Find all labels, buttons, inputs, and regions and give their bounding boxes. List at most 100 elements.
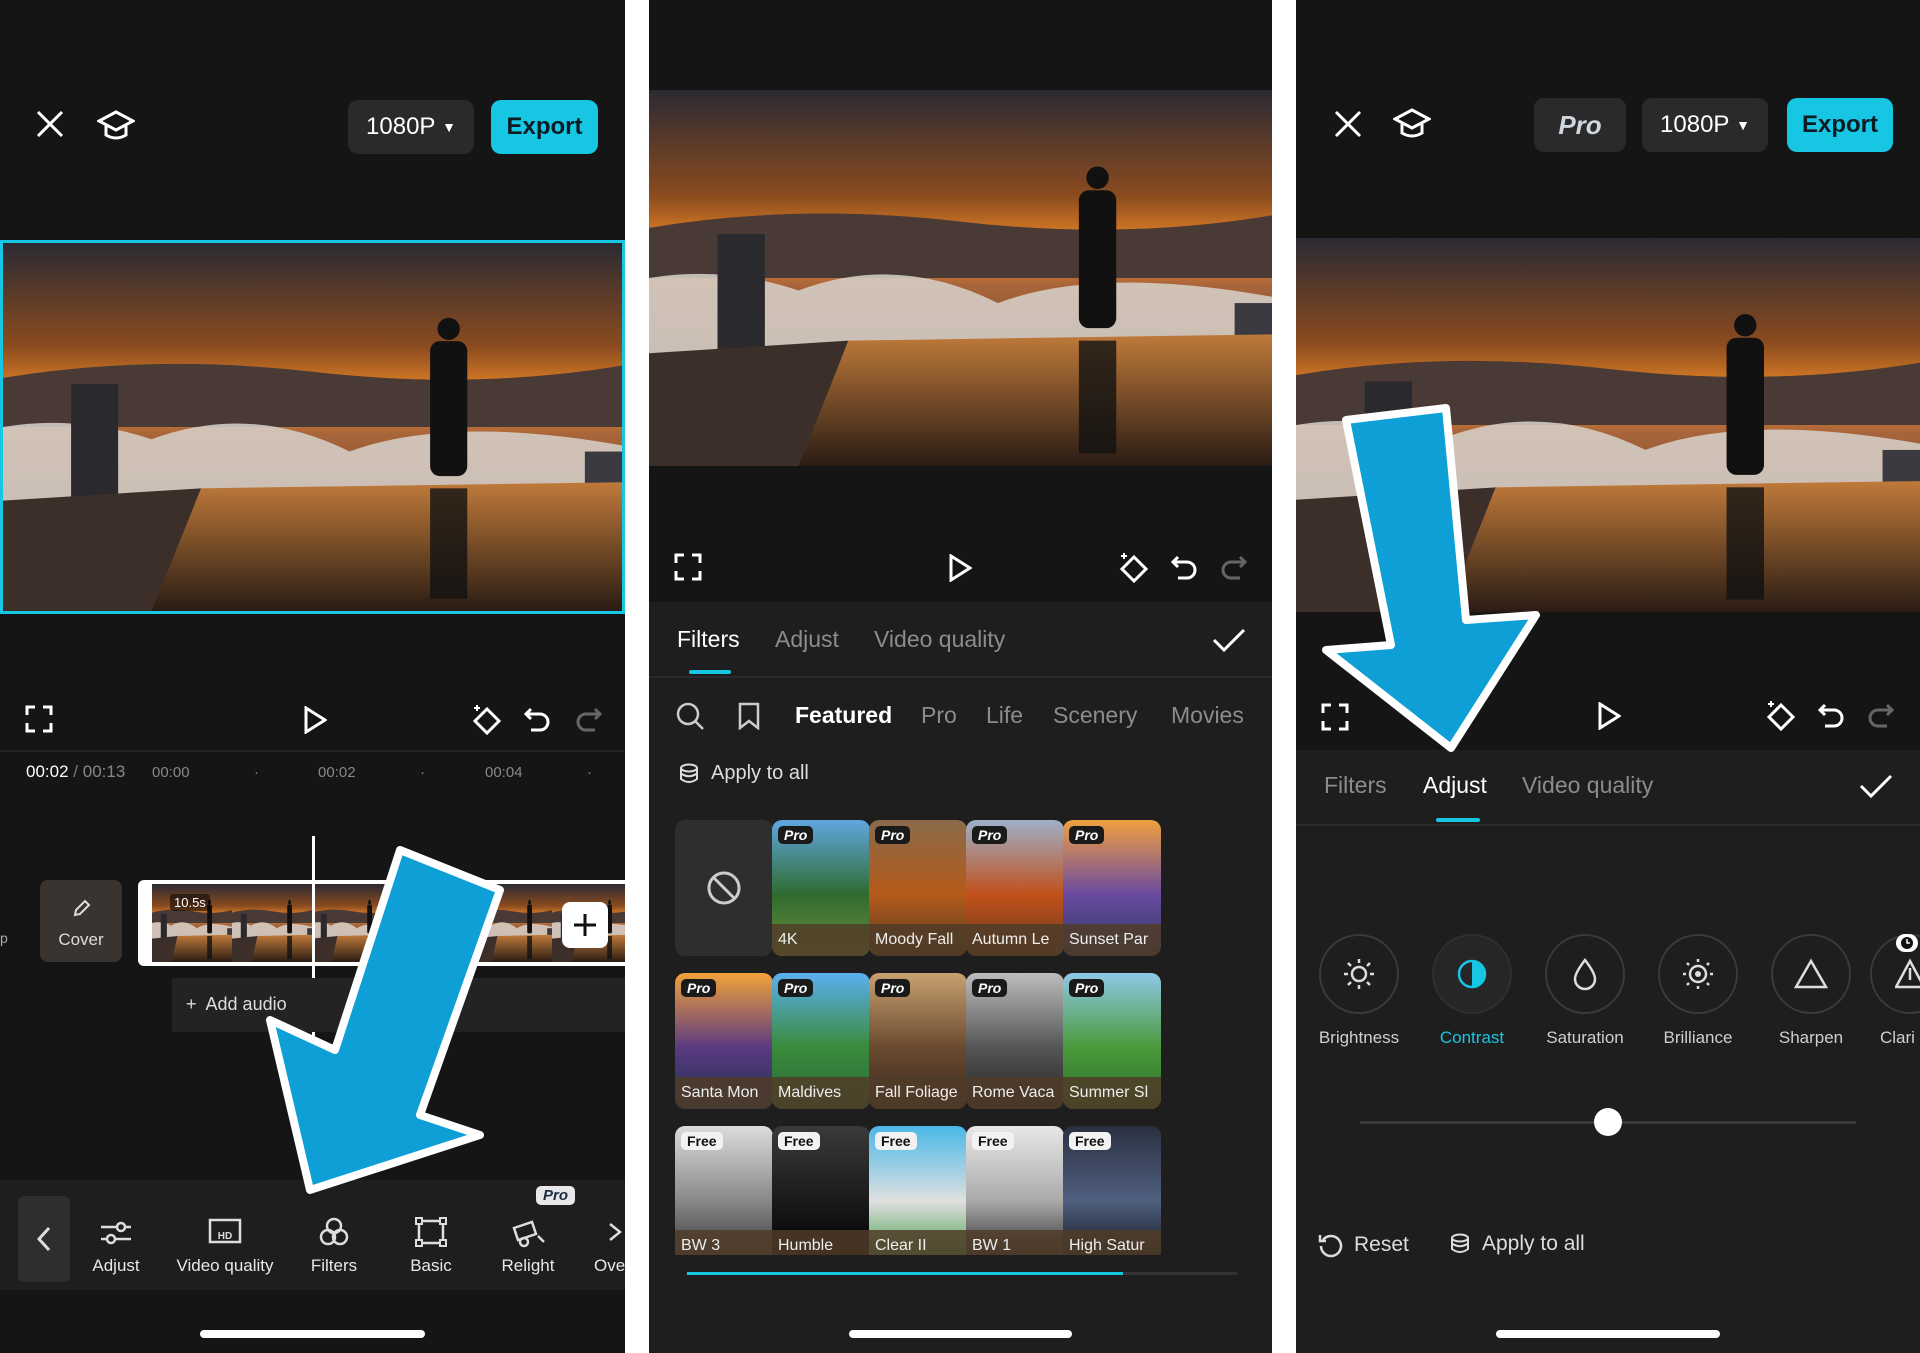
keyframe-icon[interactable] (470, 702, 504, 736)
tool-filters[interactable]: Filters (279, 1200, 389, 1276)
free-badge: Free (778, 1132, 820, 1150)
tool-video-quality[interactable]: HD Video quality (170, 1200, 280, 1276)
filter-label: Sunset Par (1063, 924, 1161, 956)
undo-icon[interactable] (1816, 700, 1846, 730)
tool-overlay[interactable]: Ove (570, 1200, 625, 1276)
clock-icon (1901, 937, 1913, 949)
tool-label: Ove (594, 1256, 625, 1275)
keyframe-icon[interactable] (1764, 698, 1798, 732)
cover-button[interactable]: Cover (40, 880, 122, 962)
adjust-slider-knob[interactable] (1594, 1108, 1622, 1136)
filter-thumb[interactable]: Pro Maldives (772, 973, 870, 1109)
export-button[interactable]: Export (491, 100, 598, 154)
filter-label: Summer Sl (1063, 1077, 1161, 1109)
filter-thumb[interactable]: Pro Sunset Par (1063, 820, 1161, 956)
pro-button[interactable]: Pro (1534, 98, 1626, 152)
adjust-contrast[interactable]: Contrast (1417, 934, 1527, 1048)
caret-down-icon: ▼ (1736, 117, 1750, 133)
adjust-panel: Pro 1080P ▼ Export Filters Adjust Video … (1296, 0, 1920, 1353)
free-badge: Free (681, 1132, 723, 1150)
adjust-brightness[interactable]: Brightness (1304, 934, 1414, 1048)
tool-adjust[interactable]: Adjust (61, 1200, 171, 1276)
clarity-icon (1895, 958, 1920, 989)
tool-label: Basic (410, 1256, 452, 1275)
free-badge: Free (875, 1132, 917, 1150)
plus-icon: + (186, 994, 197, 1014)
filter-thumb[interactable]: Free Clear II (869, 1126, 967, 1255)
tool-label: Adjust (92, 1256, 140, 1275)
filter-thumb[interactable]: Free High Satur (1063, 1126, 1161, 1255)
filter-label: Rome Vaca (966, 1077, 1064, 1109)
triangle-icon (1794, 958, 1828, 989)
contrast-icon (1457, 959, 1487, 989)
filter-thumb[interactable]: Pro Fall Foliage (869, 973, 967, 1109)
fullscreen-icon[interactable] (24, 704, 54, 734)
tab-filters[interactable]: Filters (1324, 772, 1387, 799)
filter-thumb[interactable]: Pro Santa Mon (675, 973, 773, 1109)
filter-thumb[interactable]: Free BW 1 (966, 1126, 1064, 1255)
adjust-label: Saturation (1546, 1028, 1624, 1047)
adjust-saturation[interactable]: Saturation (1530, 934, 1640, 1048)
close-icon[interactable] (32, 106, 68, 142)
cover-label: Cover (58, 930, 104, 949)
hd-icon: HD (208, 1218, 242, 1244)
pro-badge: Pro (778, 979, 814, 997)
tool-label: Video quality (176, 1256, 274, 1275)
resolution-label: 1080P (1660, 111, 1730, 138)
play-icon[interactable] (1594, 700, 1624, 732)
adjust-label: Contrast (1439, 1028, 1505, 1047)
undo-icon[interactable] (522, 704, 552, 734)
adjust-brilliance[interactable]: Brilliance (1643, 934, 1753, 1048)
play-icon[interactable] (300, 704, 330, 736)
video-preview[interactable] (0, 240, 625, 614)
pro-badge: Pro (681, 979, 717, 997)
down-arrow-annotation (266, 846, 504, 1194)
apply-to-all-button[interactable]: Apply to all (1450, 1232, 1585, 1256)
filter-thumb[interactable]: Pro Autumn Le (966, 820, 1064, 956)
divider (1296, 824, 1920, 826)
pro-badge: Pro (1069, 979, 1105, 997)
filter-label: Maldives (772, 1077, 870, 1109)
tutorial-cap-icon[interactable] (1392, 104, 1432, 144)
tutorial-cap-icon[interactable] (96, 106, 136, 146)
filter-grid: Pro 4K Pro Moody Fall Pro Autumn Le Pro Sunset … (649, 0, 1272, 1255)
caret-down-icon: ▼ (442, 119, 456, 135)
tool-basic[interactable]: Basic (376, 1200, 486, 1276)
filter-label: Autumn Le (966, 924, 1064, 956)
tool-relight[interactable]: Relight (473, 1200, 583, 1276)
filter-label: Clear II (869, 1230, 967, 1255)
tick-label: 00:04 (485, 764, 523, 781)
filter-thumb[interactable]: Pro Summer Sl (1063, 973, 1161, 1109)
reset-label: Reset (1354, 1233, 1409, 1256)
tab-adjust[interactable]: Adjust (1423, 772, 1487, 799)
crop-icon (415, 1217, 447, 1247)
adjust-sharpen[interactable]: Sharpen (1756, 934, 1866, 1048)
editor-panel: 1080P ▼ Export 00:02 / 00:13 00:00 · 00:… (0, 0, 625, 1353)
filter-label: Humble (772, 1230, 870, 1255)
pro-badge: Pro (778, 826, 814, 844)
home-indicator (1496, 1330, 1720, 1338)
filter-thumb[interactable]: Pro Moody Fall (869, 820, 967, 956)
pro-badge: Pro (875, 826, 911, 844)
pro-clock-badge (1896, 934, 1918, 952)
pro-badge: Pro (1069, 826, 1105, 844)
tab-video-quality[interactable]: Video quality (1522, 772, 1653, 799)
scroll-thumb[interactable] (687, 1272, 1123, 1275)
total-time: 00:13 (82, 762, 126, 781)
filter-thumb[interactable]: Pro 4K (772, 820, 870, 956)
confirm-check-icon[interactable] (1856, 768, 1896, 804)
filter-thumb[interactable]: Free BW 3 (675, 1126, 773, 1255)
filter-thumb[interactable]: Free Humble (772, 1126, 870, 1255)
resolution-selector[interactable]: 1080P ▼ (348, 100, 474, 154)
home-indicator (849, 1330, 1072, 1338)
relight-icon (512, 1220, 545, 1248)
tool-label: Filters (310, 1256, 358, 1275)
export-button[interactable]: Export (1787, 98, 1893, 152)
close-icon[interactable] (1330, 106, 1366, 142)
resolution-selector[interactable]: 1080P ▼ (1642, 98, 1768, 152)
free-badge: Free (972, 1132, 1014, 1150)
reset-button[interactable]: Reset (1318, 1232, 1409, 1258)
add-clip-button[interactable] (562, 902, 608, 948)
filter-label: High Satur (1063, 1230, 1161, 1255)
filter-thumb[interactable]: Pro Rome Vaca (966, 973, 1064, 1109)
